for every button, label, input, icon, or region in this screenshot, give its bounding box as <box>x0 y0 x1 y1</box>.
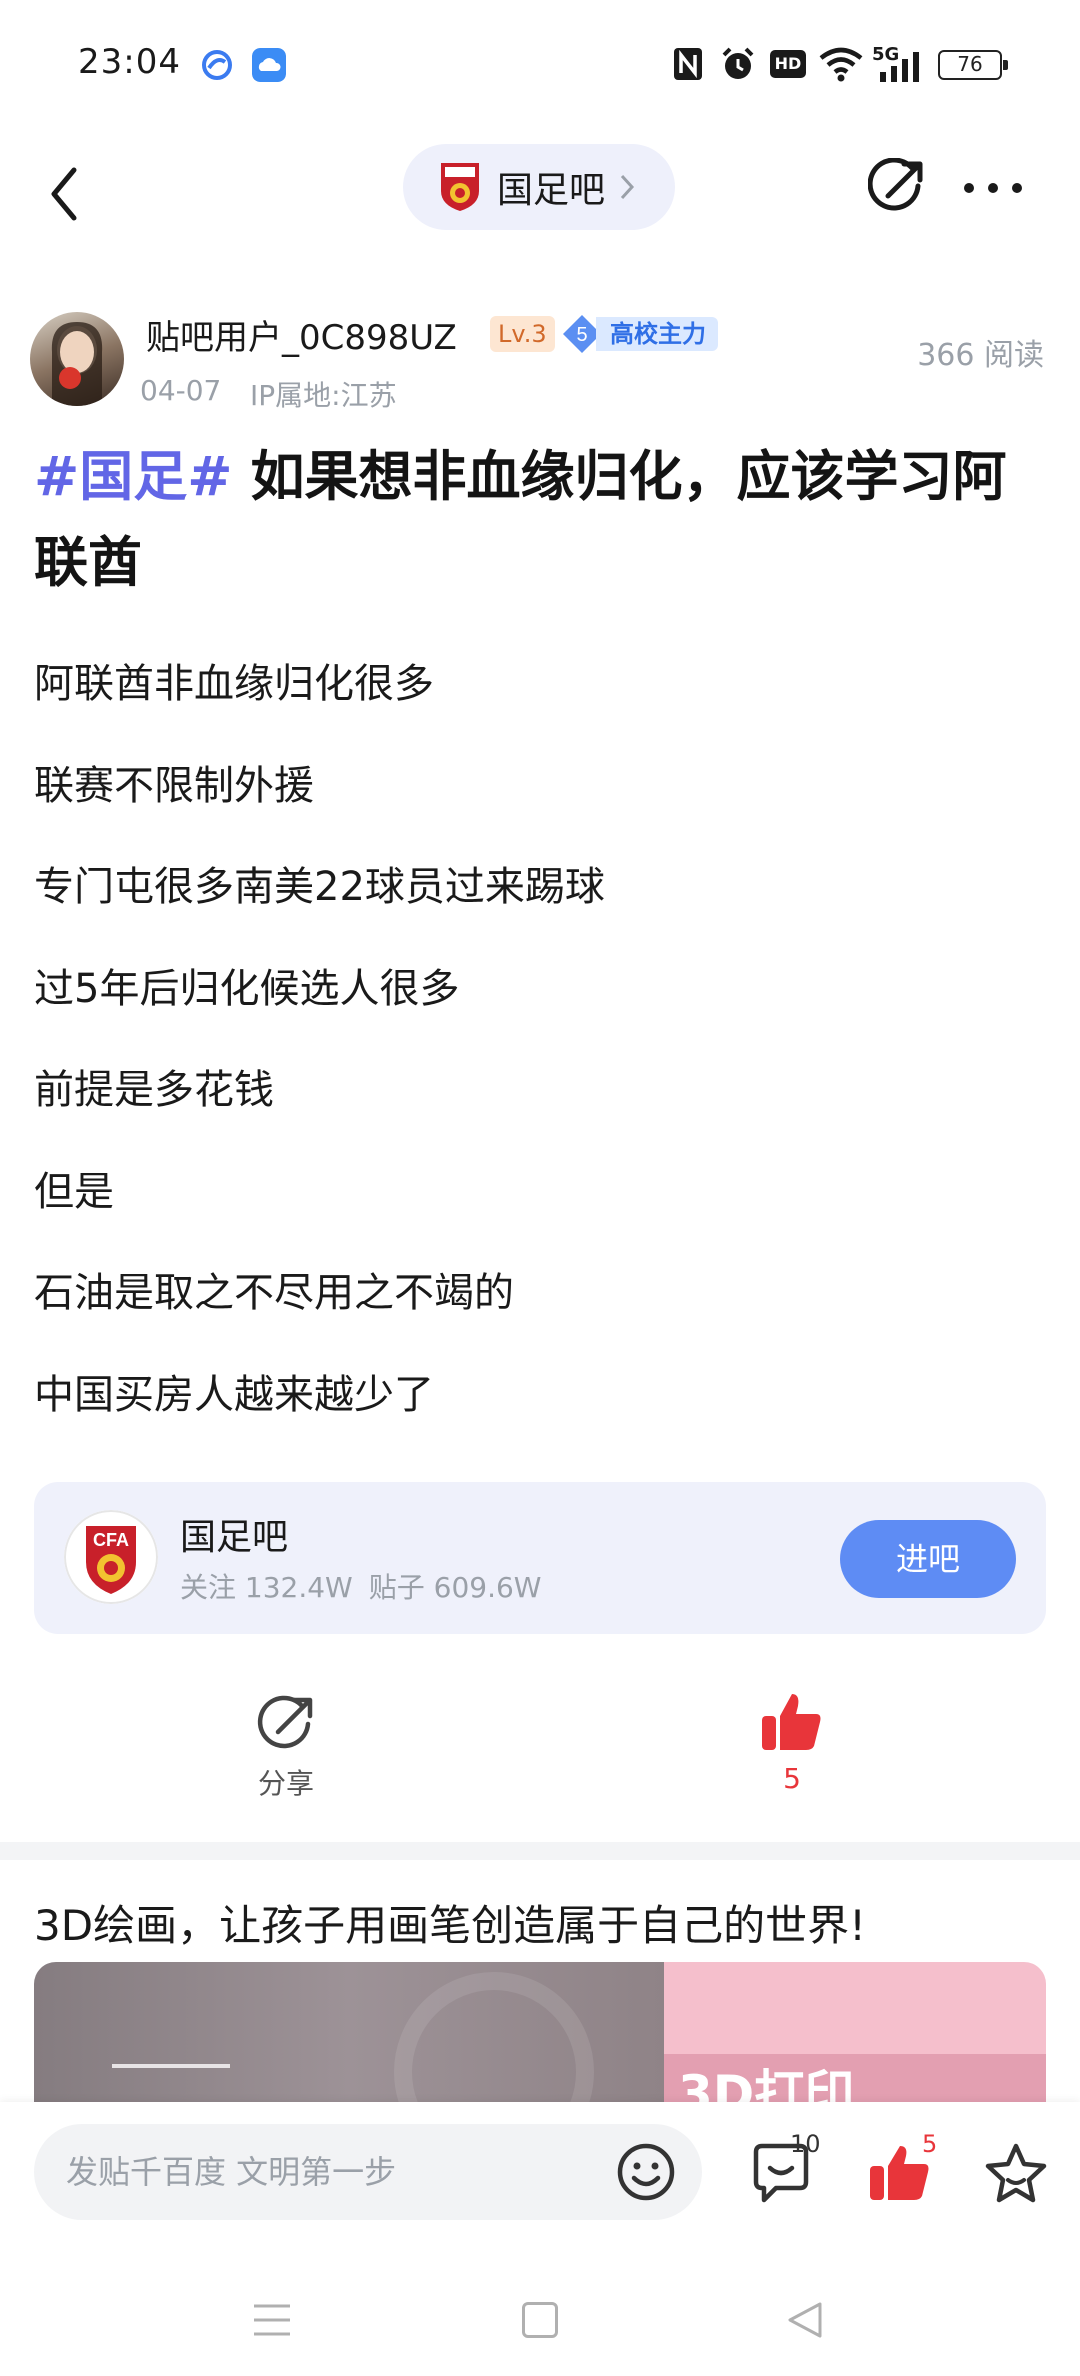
body-line: 联赛不限制外援 <box>34 762 314 809</box>
cfa-logo-icon <box>441 163 479 211</box>
alarm-icon <box>722 47 754 79</box>
post-title: #国足# 如果想非血缘归化，应该学习阿联酋 <box>34 434 1050 606</box>
like-count-badge: 5 <box>922 2130 938 2158</box>
post-ip-location: IP属地:江苏 <box>250 379 397 412</box>
forum-card-stats: 关注 132.4W 贴子 609.6W <box>180 1566 558 1606</box>
battery-indicator: 76 <box>938 50 1008 80</box>
school-badge-label: 高校主力 <box>596 317 718 351</box>
more-icon[interactable] <box>962 178 1024 198</box>
system-nav-bar <box>0 2262 1080 2376</box>
school-level-number: 5 <box>576 324 587 346</box>
school-badge: 5 高校主力 <box>562 314 718 354</box>
share-label[interactable]: 分享 <box>236 1762 336 1802</box>
author-avatar[interactable] <box>30 312 124 406</box>
post-date: 04-07 <box>140 374 222 407</box>
baidu-app-icon <box>202 50 232 80</box>
status-bar: 23:04 HD 5G 76 <box>0 0 1080 130</box>
signal-5g-icon: 5G <box>872 44 924 82</box>
post-body: 阿联酋非血缘归化很多 联赛不限制外援 专门屯很多南美22球员过来踢球 过5年后归… <box>34 656 1044 1468</box>
body-line: 过5年后归化候选人很多 <box>34 965 460 1012</box>
avatar-image <box>51 322 103 406</box>
bottom-comment-bar: 发贴千百度 文明第一步 10 5 <box>0 2102 1080 2262</box>
forum-card[interactable]: CFA 国足吧 关注 132.4W 贴子 609.6W 进吧 <box>34 1482 1046 1634</box>
cfa-logo-icon: CFA <box>64 1510 158 1604</box>
body-line: 石油是取之不尽用之不竭的 <box>34 1270 514 1316</box>
body-line: 中国买房人越来越少了 <box>34 1371 434 1418</box>
forum-posts: 贴子 609.6W <box>368 1571 542 1604</box>
forum-pill-name: 国足吧 <box>497 170 606 211</box>
level-badge: Lv.3 <box>490 316 555 352</box>
body-line: 前提是多花钱 <box>34 1067 274 1113</box>
comment-input[interactable]: 发贴千百度 文明第一步 <box>34 2124 702 2220</box>
cfa-logo-text: CFA <box>93 1530 129 1550</box>
comment-count-badge: 10 <box>790 2130 821 2158</box>
enter-forum-button[interactable]: 进吧 <box>840 1520 1016 1598</box>
ad-image-text: 3D打印 <box>678 2065 855 2102</box>
body-line: 但是 <box>34 1168 114 1215</box>
share-icon[interactable] <box>868 158 926 216</box>
ad-image-right: 3D打印 <box>664 1962 1046 2102</box>
topic-tag[interactable]: #国足# <box>34 445 233 508</box>
chevron-right-icon <box>620 174 635 200</box>
like-count: 5 <box>783 1762 801 1795</box>
star-icon[interactable] <box>984 2142 1048 2204</box>
hd-icon: HD <box>770 50 806 78</box>
status-time: 23:04 <box>78 42 181 82</box>
body-line: 专门屯很多南美22球员过来踢球 <box>34 864 605 910</box>
ad-title[interactable]: 3D绘画，让孩子用画笔创造属于自己的世界! <box>34 1892 866 1953</box>
ad-decoration <box>394 1972 594 2102</box>
forum-followers: 关注 132.4W <box>180 1571 353 1604</box>
body-line: 阿联酋非血缘归化很多 <box>34 661 434 707</box>
forum-card-name: 国足吧 <box>180 1517 289 1558</box>
ad-image-left <box>34 1962 664 2102</box>
nfc-icon <box>674 48 702 80</box>
ad-decoration <box>112 2064 230 2068</box>
forum-pill-button[interactable]: 国足吧 <box>403 144 675 230</box>
back-icon[interactable] <box>42 162 86 226</box>
cloud-app-icon <box>252 48 286 82</box>
top-nav: 国足吧 <box>0 140 1080 250</box>
menu-icon[interactable] <box>252 2302 292 2338</box>
section-divider <box>0 1842 1080 1860</box>
wifi-icon <box>819 47 863 82</box>
author-username[interactable]: 贴吧用户_0C898UZ <box>146 310 457 359</box>
system-back-icon[interactable] <box>786 2300 824 2340</box>
emoji-icon[interactable] <box>616 2142 676 2202</box>
thumbs-up-icon[interactable] <box>760 1690 824 1754</box>
home-icon[interactable] <box>522 2302 558 2338</box>
share-icon[interactable] <box>256 1694 316 1754</box>
ad-image[interactable]: 3D打印 <box>34 1962 1046 2102</box>
read-count: 366 阅读 <box>917 338 1044 373</box>
